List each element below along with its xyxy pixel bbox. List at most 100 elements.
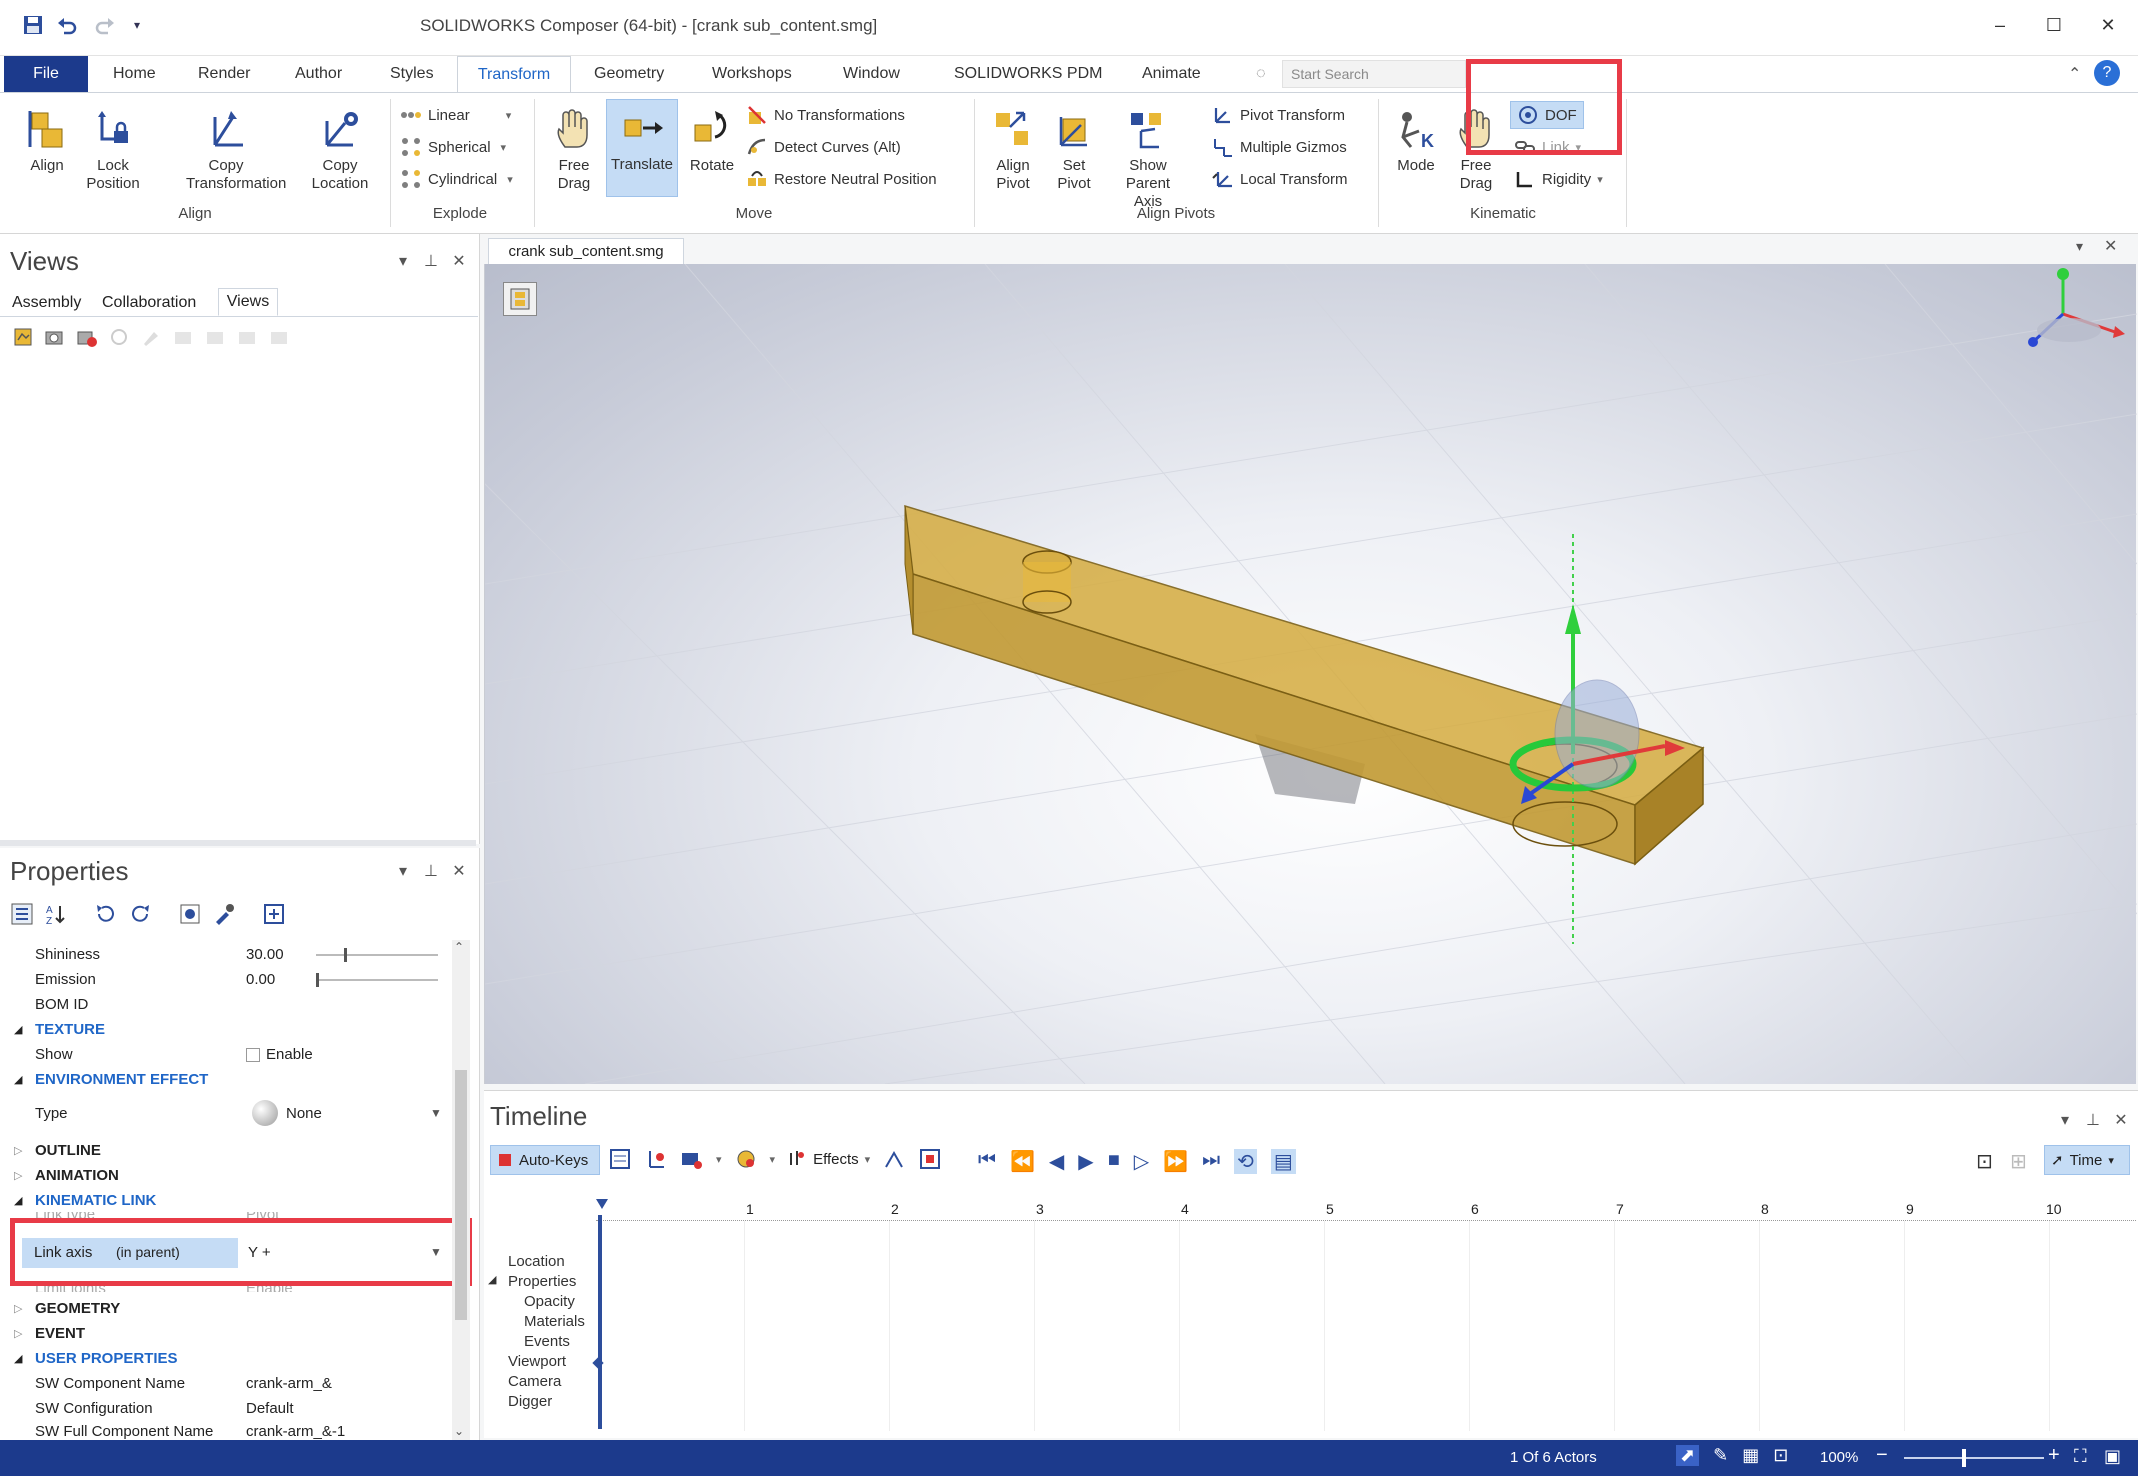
panel-menu-icon[interactable]: ▾ [392, 250, 414, 272]
create-view-icon[interactable] [12, 326, 34, 348]
multiple-gizmos-button[interactable]: Multiple Gizmos [1212, 133, 1347, 161]
eyedropper-icon[interactable] [212, 902, 236, 926]
scroll-down-icon[interactable]: ⌄ [454, 1424, 464, 1438]
undo-icon[interactable] [52, 10, 82, 40]
fullscreen-icon[interactable]: ⛶ [2074, 1446, 2087, 1467]
save-icon[interactable] [18, 10, 48, 40]
scroll-up-icon[interactable]: ⌃ [454, 940, 464, 954]
delete-view-icon[interactable] [76, 326, 98, 348]
time-cursor-icon[interactable] [596, 1199, 608, 1209]
next-key-icon[interactable]: ⏩ [1163, 1149, 1188, 1174]
pin-icon[interactable]: ⊥ [420, 250, 442, 272]
play-icon[interactable]: ▶ [1078, 1149, 1093, 1174]
panel-close-icon[interactable]: ✕ [448, 250, 470, 272]
free-drag-button[interactable]: Free Drag [544, 101, 604, 193]
viewport-menu-icon[interactable]: ▾ [2076, 238, 2083, 255]
view-option-icon[interactable] [268, 326, 290, 348]
zoom-slider[interactable] [1904, 1457, 2044, 1459]
shininess-slider-thumb[interactable] [344, 948, 347, 962]
camera-view-icon[interactable] [44, 326, 66, 348]
tab-styles[interactable]: Styles [378, 56, 446, 92]
marker-icon[interactable] [918, 1147, 942, 1171]
output-icon[interactable]: ▤ [1270, 1149, 1296, 1174]
brush-icon[interactable] [140, 326, 162, 348]
keyframe-icon[interactable] [608, 1147, 632, 1171]
property-shininess[interactable]: Shininess 30.00 [0, 942, 470, 967]
panel-splitter[interactable] [0, 840, 476, 846]
add-property-icon[interactable] [262, 902, 286, 926]
tab-animate[interactable]: Animate [1130, 56, 1213, 92]
subtab-views[interactable]: Views [218, 288, 278, 316]
track-properties[interactable]: Properties [508, 1273, 576, 1290]
tab-solidworks-pdm[interactable]: SOLIDWORKS PDM [942, 56, 1114, 92]
restore-neutral-position-button[interactable]: Restore Neutral Position [746, 165, 937, 193]
local-transform-button[interactable]: Local Transform [1212, 165, 1348, 193]
paint-icon[interactable]: ✎ [1713, 1445, 1728, 1466]
tab-workshops[interactable]: Workshops [700, 56, 804, 92]
3d-scene[interactable] [485, 264, 2137, 1084]
reset-property-icon[interactable] [94, 902, 118, 926]
property-type[interactable]: Type None ▼ [0, 1092, 470, 1134]
selection-mode-icon[interactable]: ⬈ [1676, 1445, 1700, 1466]
section-environment-effect[interactable]: ◢ ENVIRONMENT EFFECT [0, 1067, 470, 1092]
linear-button[interactable]: Linear ▾ [400, 101, 511, 129]
tab-file[interactable]: File [4, 56, 88, 92]
fit-view-icon[interactable]: ⊡ [1773, 1445, 1788, 1466]
grid-icon[interactable]: ▦ [1742, 1445, 1759, 1466]
section-outline[interactable]: ▷ OUTLINE [0, 1138, 470, 1163]
step-back-icon[interactable]: ◀ [1049, 1149, 1064, 1174]
auto-keys-button[interactable]: Auto-Keys [490, 1145, 600, 1175]
property-sw-configuration[interactable]: SW Configuration Default [0, 1396, 470, 1421]
section-texture[interactable]: ◢ TEXTURE [0, 1017, 470, 1042]
stop-icon[interactable]: ■ [1108, 1149, 1120, 1174]
minimize-button[interactable]: – [1978, 8, 2022, 42]
pivot-transform-button[interactable]: Pivot Transform [1212, 101, 1345, 129]
section-animation[interactable]: ▷ ANIMATION [0, 1163, 470, 1188]
section-user-properties[interactable]: ◢ USER PROPERTIES [0, 1346, 470, 1371]
pin-icon[interactable]: ⊥ [420, 860, 442, 882]
copy-location-button[interactable]: Copy Location [300, 101, 380, 193]
set-key-icon[interactable] [644, 1147, 668, 1171]
property-sw-component-name[interactable]: SW Component Name crank-arm_& [0, 1371, 470, 1396]
zoom-in-icon[interactable]: + [2048, 1444, 2060, 1467]
property-show[interactable]: Show Enable [0, 1042, 470, 1067]
track-camera[interactable]: Camera [508, 1373, 561, 1390]
go-to-start-icon[interactable]: ⏮ [978, 1149, 996, 1174]
no-transformations-button[interactable]: No Transformations [746, 101, 905, 129]
track-viewport[interactable]: Viewport [508, 1353, 566, 1370]
tab-author[interactable]: Author [283, 56, 354, 92]
zoom-timeline-icon[interactable]: ⊞ [2010, 1149, 2027, 1174]
kinematic-mode-button[interactable]: K Mode [1386, 101, 1446, 175]
previous-key-icon[interactable]: ⏪ [1010, 1149, 1035, 1174]
track-digger[interactable]: Digger [508, 1393, 552, 1410]
properties-scrollbar[interactable]: ⌃ ⌄ [452, 940, 470, 1440]
tab-window[interactable]: Window [831, 56, 912, 92]
help-icon[interactable]: ? [2094, 60, 2120, 86]
timeline-ruler[interactable]: 1 2 3 4 5 6 7 8 9 10 [596, 1199, 2136, 1221]
search-input[interactable]: Start Search [1282, 60, 1466, 88]
refresh-property-icon[interactable] [128, 902, 152, 926]
default-style-icon[interactable] [178, 902, 202, 926]
panel-menu-icon[interactable]: ▾ [2054, 1109, 2076, 1131]
track-opacity[interactable]: Opacity [524, 1293, 575, 1310]
redo-icon[interactable] [90, 10, 120, 40]
fit-timeline-icon[interactable]: ⊡ [1976, 1149, 1993, 1174]
emission-slider-thumb[interactable] [316, 973, 319, 987]
effects-gear-icon[interactable] [734, 1147, 758, 1171]
translate-button[interactable]: Translate [606, 99, 678, 197]
rigidity-button[interactable]: Rigidity ▾ [1514, 165, 1603, 193]
track-events[interactable]: Events [524, 1333, 570, 1350]
spherical-button[interactable]: Spherical ▾ [400, 133, 506, 161]
align-pivot-button[interactable]: Align Pivot [982, 101, 1044, 193]
dropdown-icon[interactable]: ▾ [122, 10, 152, 40]
panel-menu-icon[interactable]: ▾ [392, 860, 414, 882]
property-bom-id[interactable]: BOM ID [0, 992, 470, 1017]
time-mode-dropdown[interactable]: ➚ Time ▾ [2044, 1145, 2130, 1175]
track-materials[interactable]: Materials [524, 1313, 585, 1330]
viewport-close-icon[interactable]: ✕ [2104, 236, 2117, 256]
step-forward-icon[interactable]: ▷ [1134, 1149, 1149, 1174]
track-location[interactable]: Location [508, 1253, 565, 1270]
property-emission[interactable]: Emission 0.00 [0, 967, 470, 992]
collapse-icon[interactable]: ◢ [488, 1273, 496, 1286]
copy-transformation-button[interactable]: Copy Transformation [158, 101, 294, 193]
